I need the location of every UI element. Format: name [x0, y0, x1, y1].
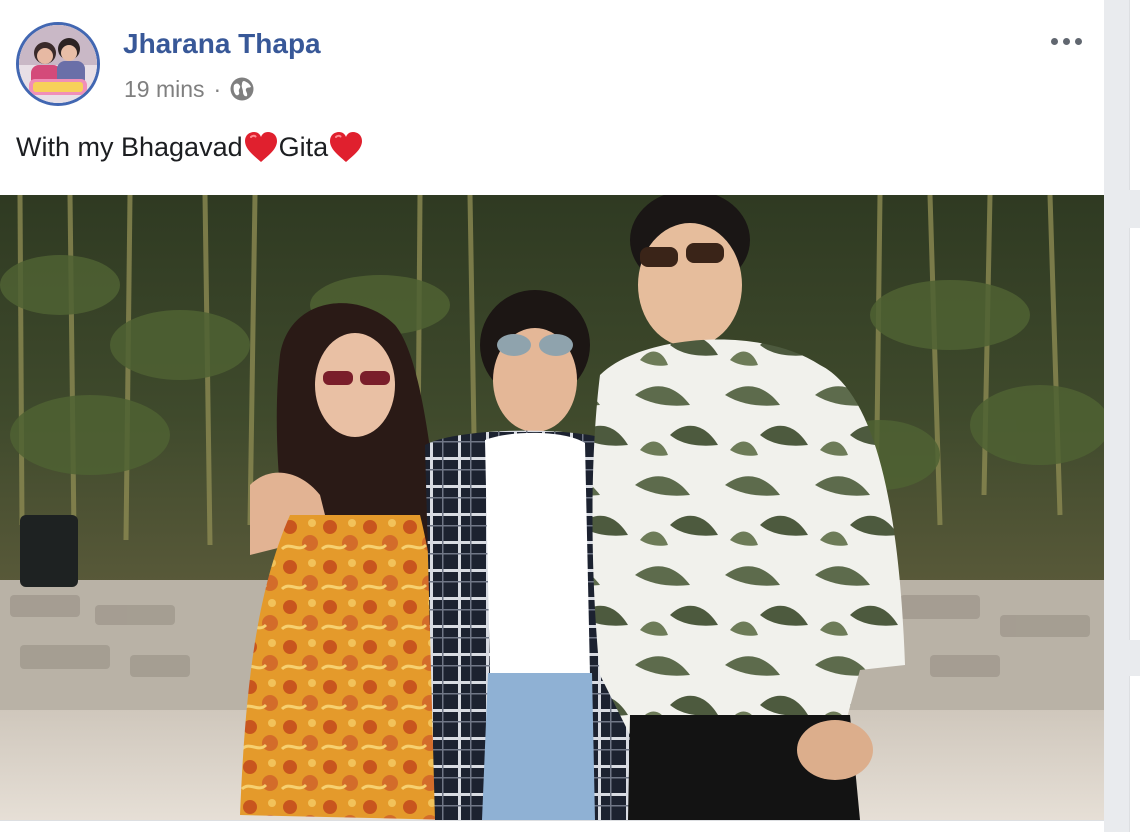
rail-card: [1129, 0, 1140, 190]
post-footer-edge: [0, 820, 1104, 832]
red-heart-icon: [330, 132, 363, 162]
rail-card: [1129, 228, 1140, 640]
avatar-image: [19, 25, 97, 103]
rail-card: [1129, 676, 1140, 832]
post-timestamp-link[interactable]: 19 mins: [124, 76, 205, 103]
post-meta: 19 mins ·: [124, 74, 255, 104]
author-name-link[interactable]: Jharana Thapa: [123, 28, 321, 60]
post-caption: With my Bhagavad Gita: [16, 130, 364, 164]
meta-separator: ·: [213, 75, 222, 102]
photo-image: [0, 195, 1104, 820]
red-heart-icon: [244, 132, 277, 162]
author-avatar[interactable]: [16, 22, 100, 106]
post-header: Jharana Thapa 19 mins ·: [0, 0, 1104, 120]
caption-text-1: With my Bhagavad: [16, 131, 243, 162]
globe-icon[interactable]: [229, 76, 255, 102]
post-card: Jharana Thapa 19 mins · With my Bhagavad…: [0, 0, 1104, 832]
more-options-icon[interactable]: [1044, 28, 1088, 54]
caption-text-2: Gita: [278, 131, 329, 162]
post-photo[interactable]: [0, 195, 1104, 820]
